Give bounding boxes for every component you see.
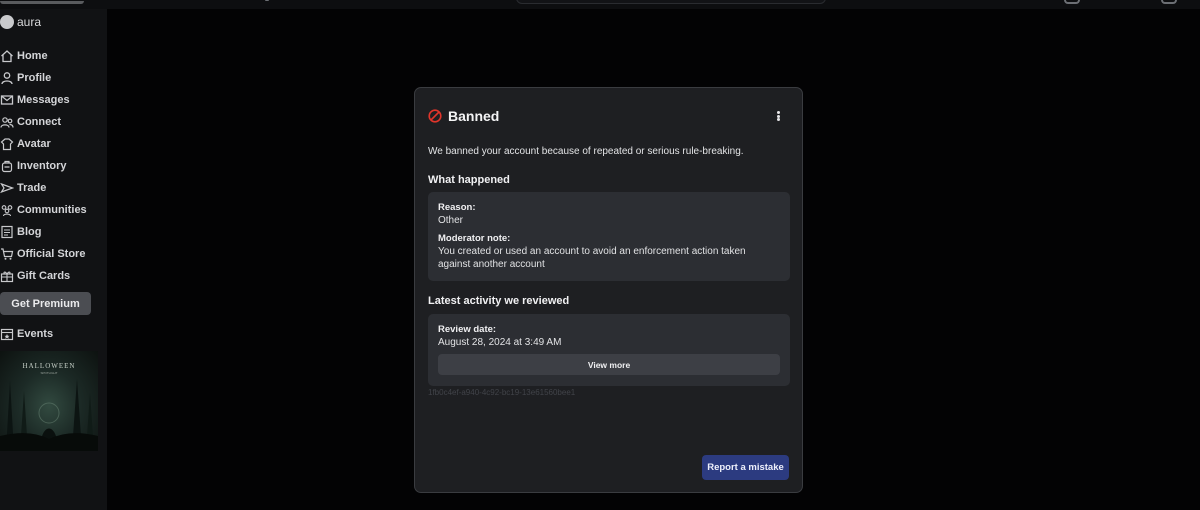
sidebar-item-label: Connect (17, 116, 61, 128)
sidebar-item-connect[interactable]: Connect (0, 111, 87, 133)
profile-icon (1, 72, 13, 85)
sidebar-item-label: Trade (17, 182, 47, 194)
sidebar-item-blog[interactable]: Blog (0, 221, 87, 243)
user-profile-link[interactable]: aura (0, 15, 41, 29)
trade-icon (0, 182, 14, 194)
get-premium-button[interactable]: Get Premium (0, 292, 91, 315)
case-id: 1fb0c4ef-a940-4c92-bc19-13e61560bee1 (428, 388, 576, 397)
moderator-note-label: Moderator note: (438, 233, 511, 244)
username: aura (17, 15, 42, 29)
sidebar-item-official-store[interactable]: Official Store (0, 243, 87, 265)
halloween-promo-banner[interactable]: HALLOWEEN SPOTLIGHT (0, 351, 98, 451)
sidebar-item-events[interactable]: Events (0, 327, 53, 341)
sidebar-item-label: Gift Cards (17, 270, 71, 282)
messages-icon (0, 95, 14, 105)
sidebar-item-label: Messages (17, 94, 70, 106)
moderator-note-value: You created or used an account to avoid … (438, 246, 746, 270)
latest-activity-heading: Latest activity we reviewed (428, 295, 570, 307)
more-options-icon[interactable] (775, 109, 781, 123)
sidebar-item-messages[interactable]: Messages (0, 89, 87, 111)
inventory-icon (1, 160, 13, 173)
store-icon (1, 248, 14, 260)
search-input[interactable] (516, 0, 826, 4)
sidebar-item-label: Events (17, 328, 54, 340)
promo-subtitle: SPOTLIGHT (40, 371, 58, 375)
sidebar-item-label: Official Store (17, 248, 86, 260)
robux-icon[interactable] (1064, 0, 1080, 4)
sidebar-item-label: Home (17, 50, 48, 62)
sidebar-nav: Home Profile Messages Connect Avatar Inv… (0, 45, 87, 287)
sidebar-item-label: Avatar (17, 138, 51, 150)
top-bar (0, 0, 1200, 9)
ban-icon (428, 109, 442, 123)
avatar-icon (0, 138, 14, 151)
sidebar: aura Home Profile Messages Connect Avata… (0, 9, 107, 510)
sidebar-item-trade[interactable]: Trade (0, 177, 87, 199)
reason-label: Reason: (438, 202, 476, 213)
blog-icon (1, 225, 13, 239)
sidebar-item-label: Profile (17, 72, 52, 84)
events-icon (0, 328, 14, 341)
latest-activity-card: Review date: August 28, 2024 at 3:49 AM … (428, 314, 790, 386)
promo-title: HALLOWEEN (22, 362, 76, 370)
sidebar-item-label: Communities (17, 204, 87, 216)
app-root: aura Home Profile Messages Connect Avata… (0, 0, 1200, 510)
sidebar-item-gift-cards[interactable]: Gift Cards (0, 265, 87, 287)
ban-modal: Banned We banned your account because of… (414, 87, 803, 493)
logo[interactable] (0, 0, 84, 4)
sidebar-item-communities[interactable]: Communities (0, 199, 87, 221)
reason-value: Other (438, 215, 464, 226)
sidebar-item-label: Blog (17, 226, 42, 238)
sidebar-item-inventory[interactable]: Inventory (0, 155, 87, 177)
what-happened-heading: What happened (428, 174, 510, 186)
home-icon (1, 50, 13, 63)
sidebar-item-label: Inventory (17, 160, 67, 172)
chevron-down-icon[interactable] (265, 0, 269, 1)
sidebar-item-home[interactable]: Home (0, 45, 87, 67)
gift-card-icon (0, 271, 14, 283)
settings-icon[interactable] (1161, 0, 1177, 4)
ban-description: We banned your account because of repeat… (428, 146, 744, 157)
view-more-button[interactable]: View more (438, 354, 780, 375)
connect-icon (0, 117, 14, 128)
what-happened-card: Reason: Other Moderator note: You create… (428, 192, 790, 281)
review-date-label: Review date: (438, 324, 497, 335)
modal-header: Banned (428, 108, 499, 124)
avatar (0, 15, 14, 29)
communities-icon (1, 205, 13, 217)
sidebar-item-avatar[interactable]: Avatar (0, 133, 87, 155)
report-mistake-button[interactable]: Report a mistake (702, 455, 789, 480)
review-date-value: August 28, 2024 at 3:49 AM (438, 337, 562, 348)
modal-title: Banned (448, 108, 500, 124)
sidebar-item-profile[interactable]: Profile (0, 67, 87, 89)
